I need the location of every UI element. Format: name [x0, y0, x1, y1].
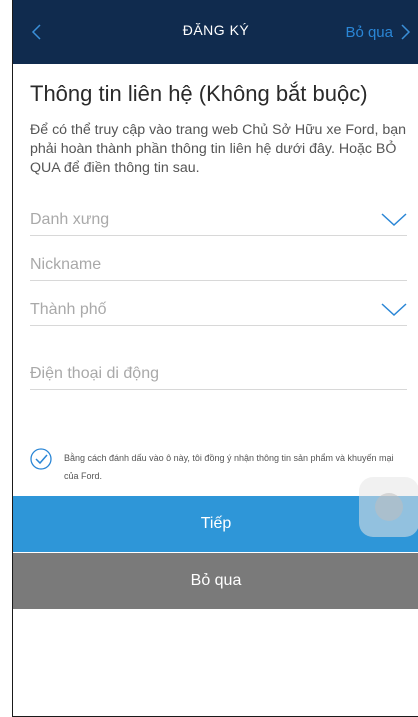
nickname-field[interactable]: [30, 256, 360, 274]
chevron-down-icon: [381, 303, 407, 317]
header-bar: ĐĂNG KÝ Bỏ qua: [13, 0, 418, 64]
assistive-touch-button[interactable]: [359, 477, 418, 537]
nickname-input-wrapper[interactable]: [30, 241, 407, 281]
checkmark-circle-icon[interactable]: [30, 448, 52, 470]
header-skip-link[interactable]: Bỏ qua: [345, 20, 413, 44]
salutation-field[interactable]: [30, 211, 360, 229]
chevron-down-icon: [381, 213, 407, 227]
skip-button[interactable]: Bỏ qua: [13, 553, 418, 609]
form-description: Để có thể truy cập vào trang web Chủ Sở …: [30, 122, 407, 176]
mobile-phone-field[interactable]: [30, 365, 360, 383]
header-skip-label: Bỏ qua: [345, 23, 393, 41]
salutation-select[interactable]: [30, 196, 407, 236]
app-screen: ĐĂNG KÝ Bỏ qua Thông tin liên hệ (Không …: [12, 0, 418, 717]
page-title: Thông tin liên hệ (Không bắt buộc): [30, 81, 368, 106]
consent-text: Bằng cách đánh dấu vào ô này, tôi đồng ý…: [64, 453, 394, 481]
chevron-right-icon: [401, 24, 411, 40]
city-field[interactable]: [30, 301, 360, 319]
assistive-touch-dot: [375, 493, 403, 521]
continue-button[interactable]: Tiếp: [13, 496, 418, 552]
consent-row: Bằng cách đánh dấu vào ô này, tôi đồng ý…: [30, 448, 410, 488]
city-select[interactable]: [30, 286, 407, 326]
phone-input-wrapper[interactable]: [30, 350, 407, 390]
